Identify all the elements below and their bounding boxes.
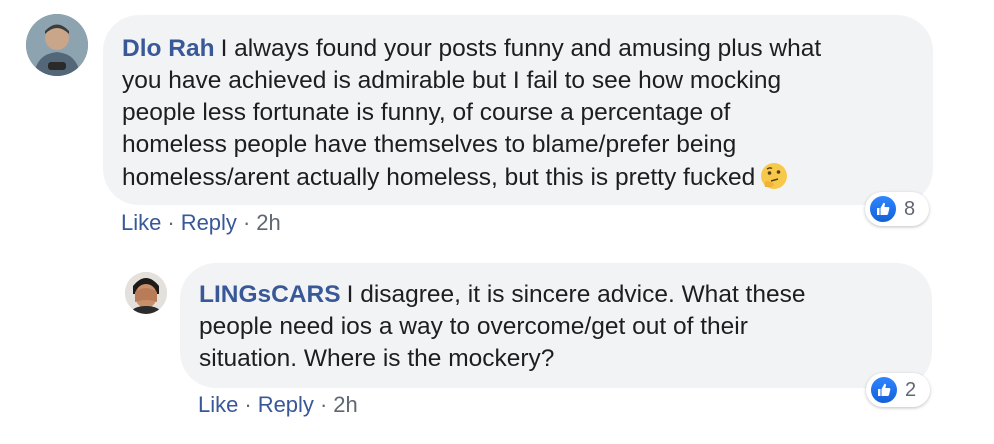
comment-author[interactable]: Dlo Rah	[122, 35, 215, 62]
avatar-photo	[26, 14, 88, 76]
reply-lingscars: LINGsCARS I disagree, it is sincere advic…	[0, 250, 994, 444]
thinking-face-icon	[759, 161, 789, 191]
comment-bubble: Dlo Rah I always found your posts funny a…	[103, 15, 933, 205]
like-reaction-icon	[868, 194, 898, 224]
comment-body: LINGsCARS I disagree, it is sincere advic…	[199, 279, 913, 375]
avatar[interactable]	[26, 14, 88, 76]
avatar[interactable]	[125, 272, 167, 314]
reaction-count: 2	[905, 378, 917, 401]
like-button[interactable]: Like	[121, 210, 161, 235]
separator: ·	[167, 210, 175, 235]
comment-actions: Like · Reply · 2h	[121, 210, 281, 236]
comment-actions: Like · Reply · 2h	[198, 392, 358, 418]
comment-bubble: LINGsCARS I disagree, it is sincere advic…	[180, 263, 932, 388]
comment-author[interactable]: LINGsCARS	[199, 281, 341, 308]
reaction-count: 8	[904, 197, 916, 220]
reaction-badge[interactable]: 8	[865, 192, 929, 226]
separator: ·	[244, 392, 252, 417]
reply-button[interactable]: Reply	[181, 210, 237, 235]
separator: ·	[319, 392, 328, 417]
reply-button[interactable]: Reply	[258, 392, 314, 417]
avatar-photo	[125, 272, 167, 314]
comment-timestamp[interactable]: 2h	[333, 392, 357, 417]
like-button[interactable]: Like	[198, 392, 238, 417]
comment-body: Dlo Rah I always found your posts funny a…	[122, 33, 914, 194]
like-reaction-icon	[869, 375, 899, 405]
reaction-badge[interactable]: 2	[866, 373, 930, 407]
comment-dlo-rah: Dlo Rah I always found your posts funny a…	[0, 0, 994, 250]
comment-timestamp[interactable]: 2h	[256, 210, 280, 235]
separator: ·	[242, 210, 251, 235]
comment-text: I always found your posts funny and amus…	[122, 35, 822, 191]
